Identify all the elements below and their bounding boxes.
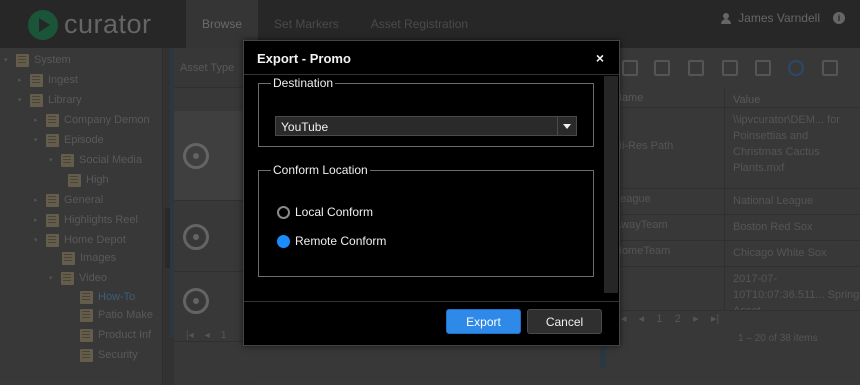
app-window: curator Browse Set Markers Asset Registr…: [0, 0, 860, 385]
chevron-down-icon[interactable]: [557, 117, 576, 135]
dialog-footer: Export Cancel: [244, 301, 619, 345]
dialog-title: Export - Promo: [257, 51, 351, 66]
cancel-button[interactable]: Cancel: [527, 309, 602, 334]
radio-unchecked-icon[interactable]: [277, 205, 290, 219]
local-conform-label: Local Conform: [295, 205, 374, 219]
dialog-header: Export - Promo ×: [244, 41, 619, 75]
close-icon[interactable]: ×: [596, 50, 604, 66]
destination-select[interactable]: YouTube: [275, 116, 577, 136]
local-conform-option[interactable]: Local Conform: [277, 205, 373, 219]
destination-select-value: YouTube: [281, 120, 329, 134]
remote-conform-option[interactable]: Remote Conform: [277, 234, 386, 248]
conform-location-legend: Conform Location: [273, 163, 368, 177]
conform-location-group: Conform Location Local Conform Remote Co…: [258, 163, 594, 277]
remote-conform-label: Remote Conform: [295, 234, 387, 248]
destination-legend: Destination: [273, 76, 334, 90]
destination-group: Destination YouTube: [258, 76, 594, 147]
radio-checked-icon[interactable]: [277, 234, 290, 248]
export-button[interactable]: Export: [446, 309, 521, 334]
dialog-body: Destination YouTube Conform Location Loc…: [245, 76, 618, 301]
dialog-scrollbar[interactable]: [604, 76, 618, 293]
export-dialog: Export - Promo × Destination YouTube Con…: [243, 40, 620, 346]
